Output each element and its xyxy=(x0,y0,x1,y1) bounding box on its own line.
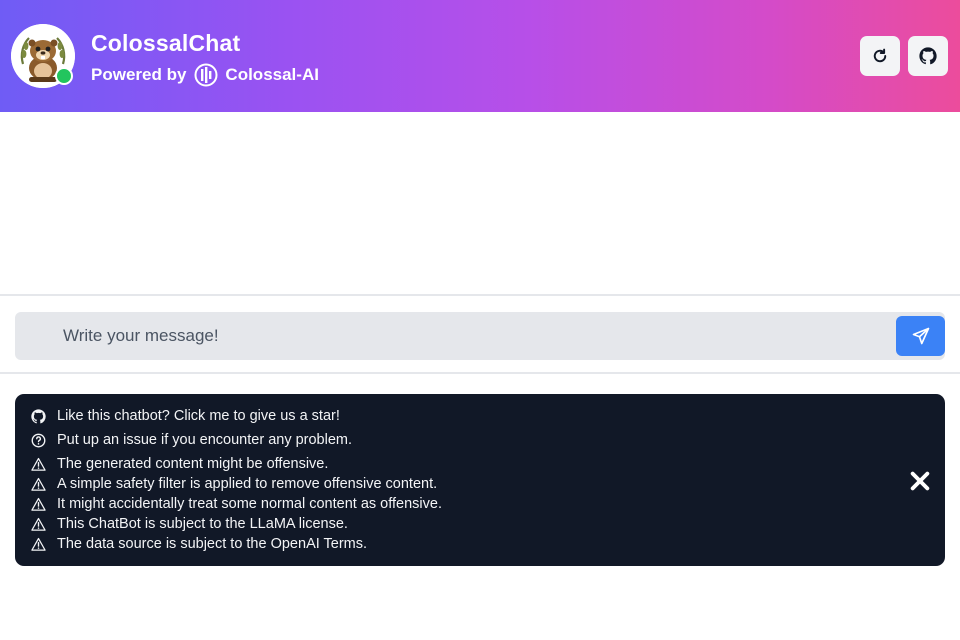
warning-icon xyxy=(31,477,46,492)
warning-icon xyxy=(31,457,46,472)
send-button[interactable] xyxy=(896,316,945,356)
github-button[interactable] xyxy=(908,36,948,76)
warning-icon xyxy=(31,537,46,552)
notice-text: Put up an issue if you encounter any pro… xyxy=(57,432,353,448)
paper-plane-icon xyxy=(912,327,929,345)
github-icon xyxy=(919,47,937,65)
notice-warning-row: A simple safety filter is applied to rem… xyxy=(31,474,437,494)
chat-message-area xyxy=(0,112,960,295)
notice-text: The generated content might be offensive… xyxy=(57,456,329,472)
brand-name: Colossal-AI xyxy=(225,65,319,84)
colossal-ai-logo-icon xyxy=(194,63,218,87)
notice-panel: Like this chatbot? Click me to give us a… xyxy=(15,394,945,566)
message-composer xyxy=(15,312,945,360)
divider xyxy=(0,372,960,374)
issue-link[interactable]: Put up an issue if you encounter any pro… xyxy=(31,430,352,450)
avatar-container xyxy=(11,24,75,88)
notice-text: Like this chatbot? Click me to give us a… xyxy=(57,408,340,424)
star-link[interactable]: Like this chatbot? Click me to give us a… xyxy=(31,406,340,426)
app-title: ColossalChat xyxy=(91,30,241,56)
notice-text: A simple safety filter is applied to rem… xyxy=(57,476,438,492)
close-icon xyxy=(910,471,930,491)
warning-icon xyxy=(31,497,46,512)
divider xyxy=(0,294,960,296)
notice-text: It might accidentally treat some normal … xyxy=(57,496,442,512)
message-input[interactable] xyxy=(15,312,895,360)
warning-icon xyxy=(31,517,46,532)
online-status-dot xyxy=(55,67,73,85)
powered-by-line: Powered by Colossal-AI xyxy=(91,61,319,89)
notice-warning-row: The generated content might be offensive… xyxy=(31,454,328,474)
notice-text: This ChatBot is subject to the LLaMA lic… xyxy=(57,516,348,532)
notice-warning-row: The data source is subject to the OpenAI… xyxy=(31,534,367,554)
notice-text: The data source is subject to the OpenAI… xyxy=(57,536,368,552)
notice-warning-row: It might accidentally treat some normal … xyxy=(31,494,442,514)
refresh-icon xyxy=(873,48,887,63)
question-circle-icon xyxy=(31,433,46,448)
github-icon xyxy=(31,408,46,424)
close-button[interactable] xyxy=(907,468,933,494)
refresh-button[interactable] xyxy=(860,36,900,76)
notice-warning-row: This ChatBot is subject to the LLaMA lic… xyxy=(31,514,348,534)
app-root: ColossalChat Powered by Colossal-AI Writ… xyxy=(0,0,960,640)
header-bar: ColossalChat Powered by Colossal-AI xyxy=(0,0,960,112)
powered-by-label: Powered by xyxy=(91,65,187,84)
